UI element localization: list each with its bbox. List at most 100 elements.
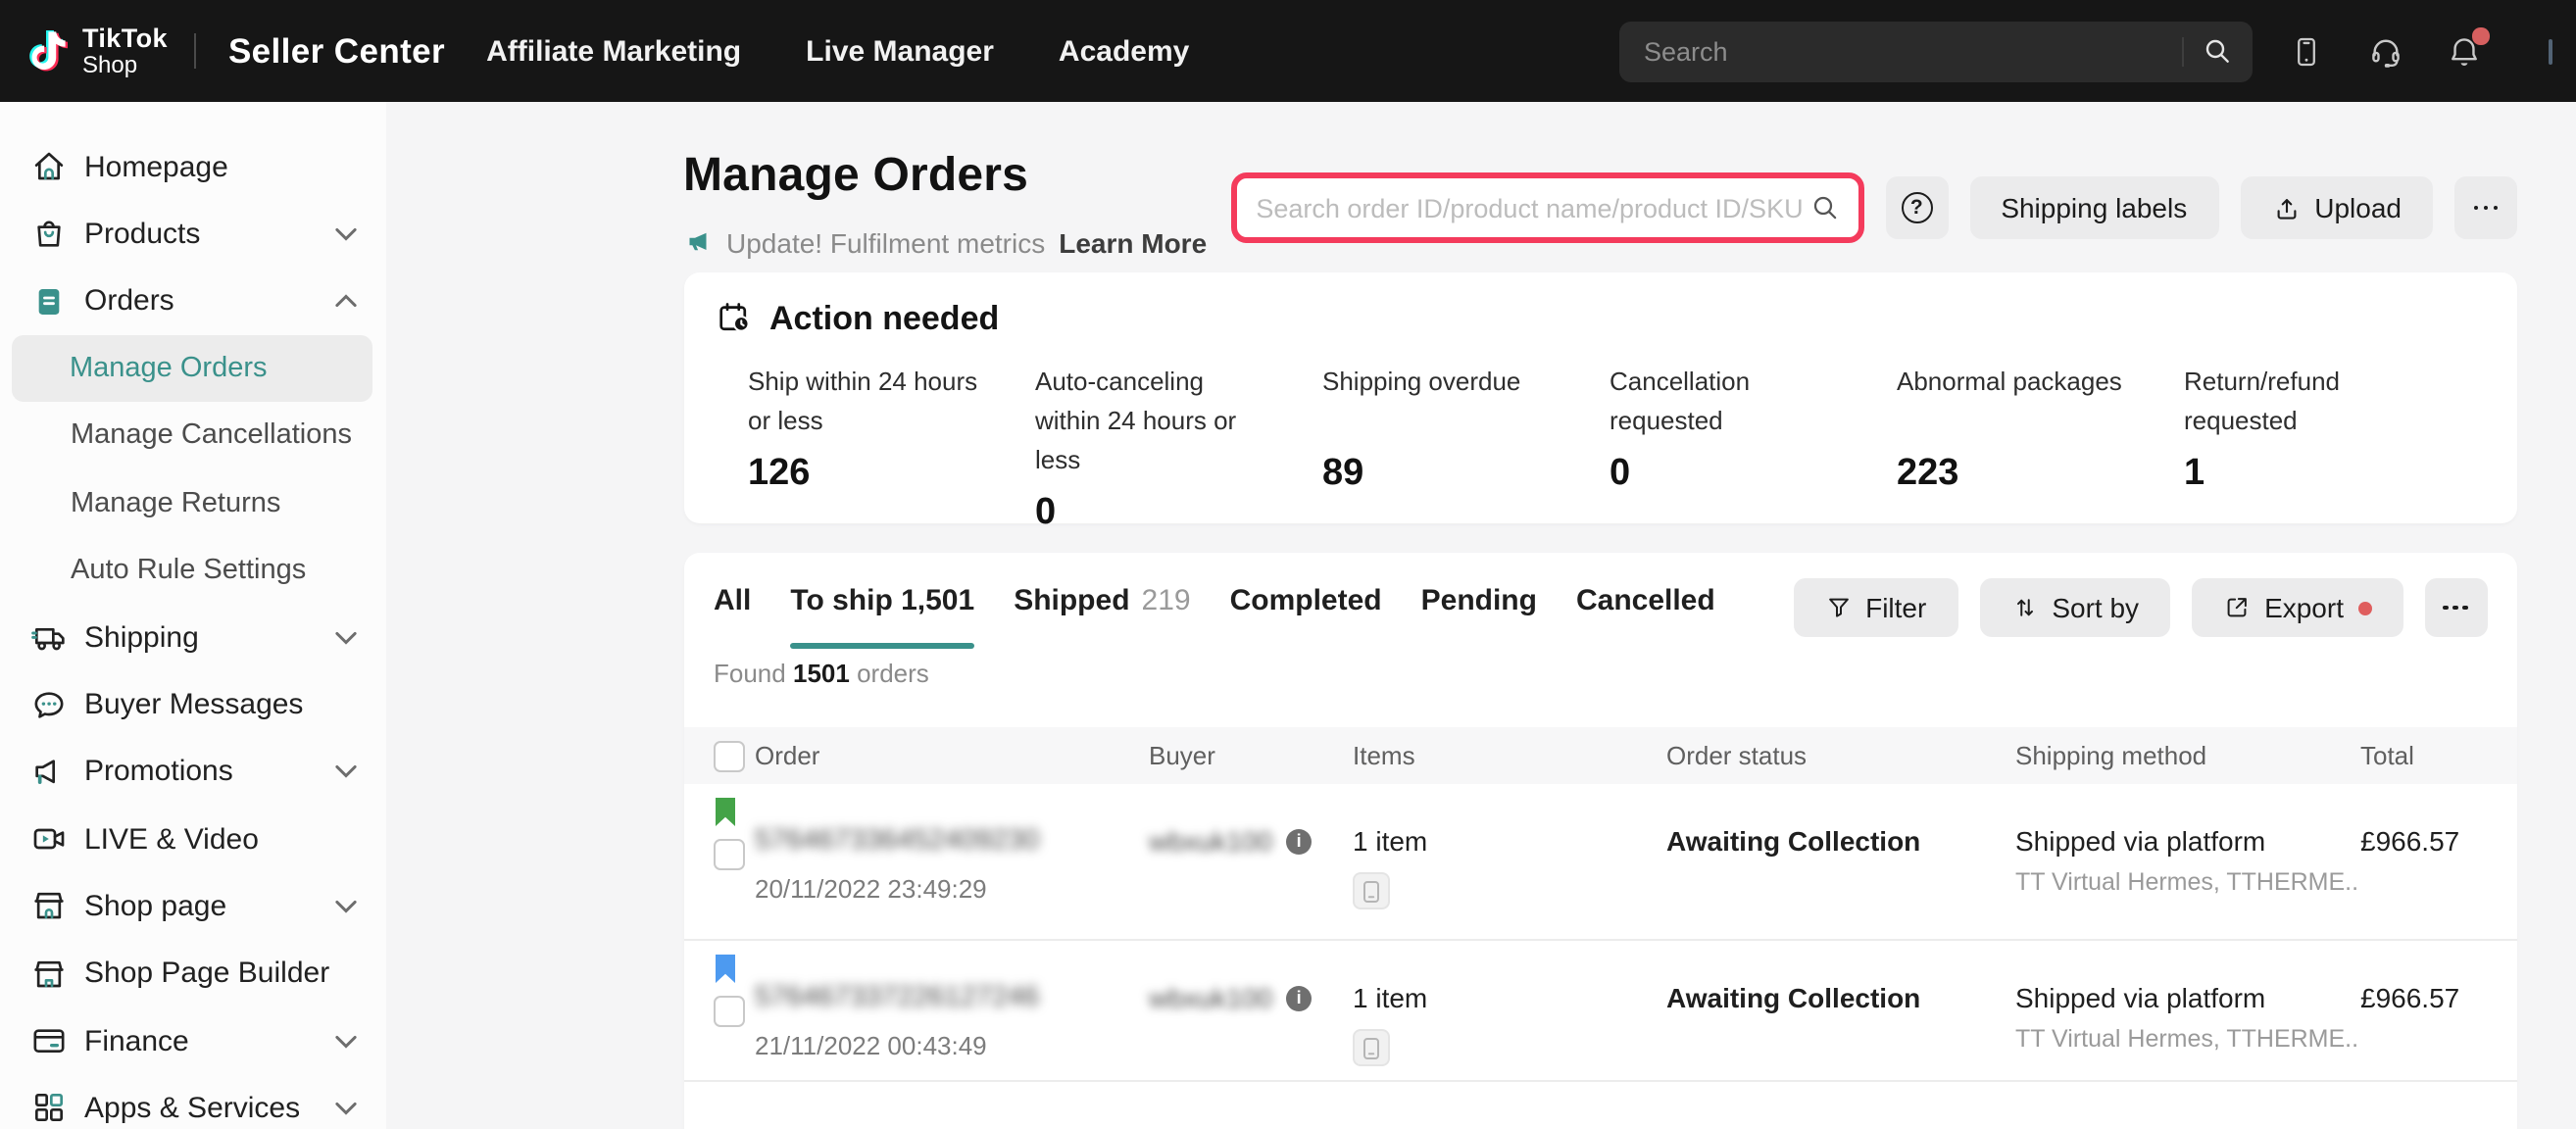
notification-badge: [2472, 27, 2489, 44]
col-buyer[interactable]: Buyer: [1149, 741, 1353, 770]
row-checkbox[interactable]: [714, 838, 745, 869]
ellipsis-icon: [2443, 605, 2468, 610]
col-order-status[interactable]: Order status: [1666, 741, 2015, 770]
nav-academy[interactable]: Academy: [1059, 34, 1189, 68]
chevron-down-icon: [335, 1034, 357, 1048]
tab-cancelled[interactable]: Cancelled: [1576, 553, 1715, 649]
store-icon: [29, 887, 69, 926]
topbar-search-input[interactable]: [1644, 36, 2181, 66]
sidebar-label: Shop page: [84, 890, 226, 923]
stat-value: 0: [1035, 491, 1271, 534]
sidebar-item-orders[interactable]: Orders: [0, 268, 386, 335]
search-icon[interactable]: [2201, 35, 2232, 67]
export-icon: [2223, 594, 2251, 621]
search-icon[interactable]: [1808, 192, 1840, 223]
chevron-down-icon: [335, 630, 357, 644]
sidebar-item-auto-rule-settings[interactable]: Auto Rule Settings: [0, 537, 386, 605]
col-order[interactable]: Order: [755, 741, 1149, 770]
tab-completed[interactable]: Completed: [1230, 553, 1382, 649]
sidebar-item-products[interactable]: Products: [0, 201, 386, 269]
order-date: 20/11/2022 23:49:29: [755, 874, 1149, 904]
mobile-app-button[interactable]: [2289, 33, 2324, 69]
nav-affiliate-marketing[interactable]: Affiliate Marketing: [486, 34, 741, 68]
funnel-icon: [1824, 594, 1852, 621]
found-orders-line: Found 1501 orders: [683, 649, 2517, 688]
upload-button[interactable]: Upload: [2240, 176, 2433, 239]
stat-shipping-overdue[interactable]: Shipping overdue 89: [1322, 362, 1610, 534]
sidebar-item-live-video[interactable]: LIVE & Video: [0, 806, 386, 873]
logo-wordmark: TikTok Shop: [82, 25, 168, 76]
sidebar-item-shipping[interactable]: Shipping: [0, 604, 386, 671]
house-icon: [29, 147, 69, 186]
info-icon[interactable]: i: [1286, 985, 1312, 1010]
bookmark-flag-icon[interactable]: [716, 955, 735, 983]
tab-label: Shipped: [1014, 584, 1129, 617]
row-checkbox[interactable]: [714, 995, 745, 1026]
sidebar-item-shop-page[interactable]: Shop page: [0, 873, 386, 941]
product-name[interactable]: Seller Center: [228, 30, 445, 72]
tab-shipped[interactable]: Shipped 219: [1014, 553, 1190, 649]
page-header: Manage Orders Update! Fulfilment metrics…: [683, 102, 2517, 258]
chevron-down-icon: [335, 765, 357, 779]
sidebar-item-manage-cancellations[interactable]: Manage Cancellations: [0, 402, 386, 469]
sidebar-item-promotions[interactable]: Promotions: [0, 738, 386, 806]
stat-ship-24h[interactable]: Ship within 24 hours or less 126: [748, 362, 1035, 534]
notifications-button[interactable]: [2446, 33, 2481, 69]
topbar-search[interactable]: [1618, 21, 2252, 81]
stat-cancellation-requested[interactable]: Cancellation requested 0: [1610, 362, 1897, 534]
stat-abnormal-packages[interactable]: Abnormal packages 223: [1897, 362, 2184, 534]
sidebar-label: Products: [84, 218, 200, 251]
stat-return-refund[interactable]: Return/refund requested 1: [2184, 362, 2471, 534]
sidebar-item-manage-orders[interactable]: Manage Orders: [12, 335, 372, 403]
chevron-up-icon: [335, 294, 357, 308]
tiktok-shop-logo[interactable]: TikTok Shop: [24, 25, 168, 77]
action-needed-stats: Ship within 24 hours or less 126 Auto-ca…: [715, 362, 2486, 534]
col-items[interactable]: Items: [1353, 741, 1666, 770]
sort-by-button[interactable]: Sort by: [1979, 578, 2170, 637]
sidebar-item-finance[interactable]: Finance: [0, 1007, 386, 1075]
shipping-method: Shipped via platform: [2015, 982, 2360, 1013]
sidebar-item-apps-services[interactable]: Apps & Services: [0, 1074, 386, 1129]
search-separator: [2181, 36, 2183, 66]
product-thumbnail[interactable]: [1353, 872, 1390, 909]
help-button[interactable]: ?: [1885, 176, 1948, 239]
sidebar-label: Homepage: [84, 150, 228, 183]
chat-icon: [29, 685, 69, 724]
bookmark-flag-icon[interactable]: [716, 798, 735, 826]
sidebar-item-buyer-messages[interactable]: Buyer Messages: [0, 671, 386, 739]
tab-all[interactable]: All: [714, 553, 751, 649]
more-actions-button[interactable]: [2454, 176, 2517, 239]
stat-label: Abnormal packages: [1897, 362, 2133, 440]
info-icon[interactable]: i: [1286, 828, 1312, 854]
col-total[interactable]: Total: [2360, 741, 2517, 770]
order-search-input[interactable]: [1256, 193, 1808, 222]
sidebar-label: Apps & Services: [84, 1092, 300, 1125]
stat-auto-cancel[interactable]: Auto-canceling within 24 hours or less 0: [1035, 362, 1322, 534]
truck-icon: [29, 617, 69, 657]
tab-to-ship[interactable]: To ship 1,501: [790, 553, 974, 649]
col-shipping-method[interactable]: Shipping method: [2015, 741, 2360, 770]
export-button[interactable]: Export: [2192, 578, 2403, 637]
sidebar-item-homepage[interactable]: Homepage: [0, 133, 386, 201]
order-search-box[interactable]: [1230, 172, 1863, 243]
order-row: 576467336452409230 20/11/2022 23:49:29 w…: [683, 784, 2517, 941]
product-thumbnail[interactable]: [1353, 1029, 1390, 1066]
stat-value: 0: [1610, 452, 1846, 495]
megaphone-icon: [29, 753, 69, 792]
sidebar-label: Shipping: [84, 620, 199, 654]
shipping-labels-button[interactable]: Shipping labels: [1969, 176, 2218, 239]
sidebar-item-manage-returns[interactable]: Manage Returns: [0, 469, 386, 537]
topbar-nav: Affiliate Marketing Live Manager Academy: [486, 34, 1189, 68]
learn-more-link[interactable]: Learn More: [1059, 226, 1207, 258]
more-table-actions-button[interactable]: [2424, 578, 2487, 637]
filter-button[interactable]: Filter: [1793, 578, 1957, 637]
tab-pending[interactable]: Pending: [1421, 553, 1537, 649]
nav-live-manager[interactable]: Live Manager: [806, 34, 994, 68]
stat-value: 1: [2184, 452, 2420, 495]
sidebar-item-shop-page-builder[interactable]: Shop Page Builder: [0, 940, 386, 1007]
sort-icon: [2010, 594, 2038, 621]
order-row: 576467337226127246 21/11/2022 00:43:49 w…: [683, 941, 2517, 1082]
support-button[interactable]: [2367, 33, 2403, 69]
select-all-checkbox[interactable]: [714, 740, 745, 771]
bag-icon: [29, 215, 69, 254]
